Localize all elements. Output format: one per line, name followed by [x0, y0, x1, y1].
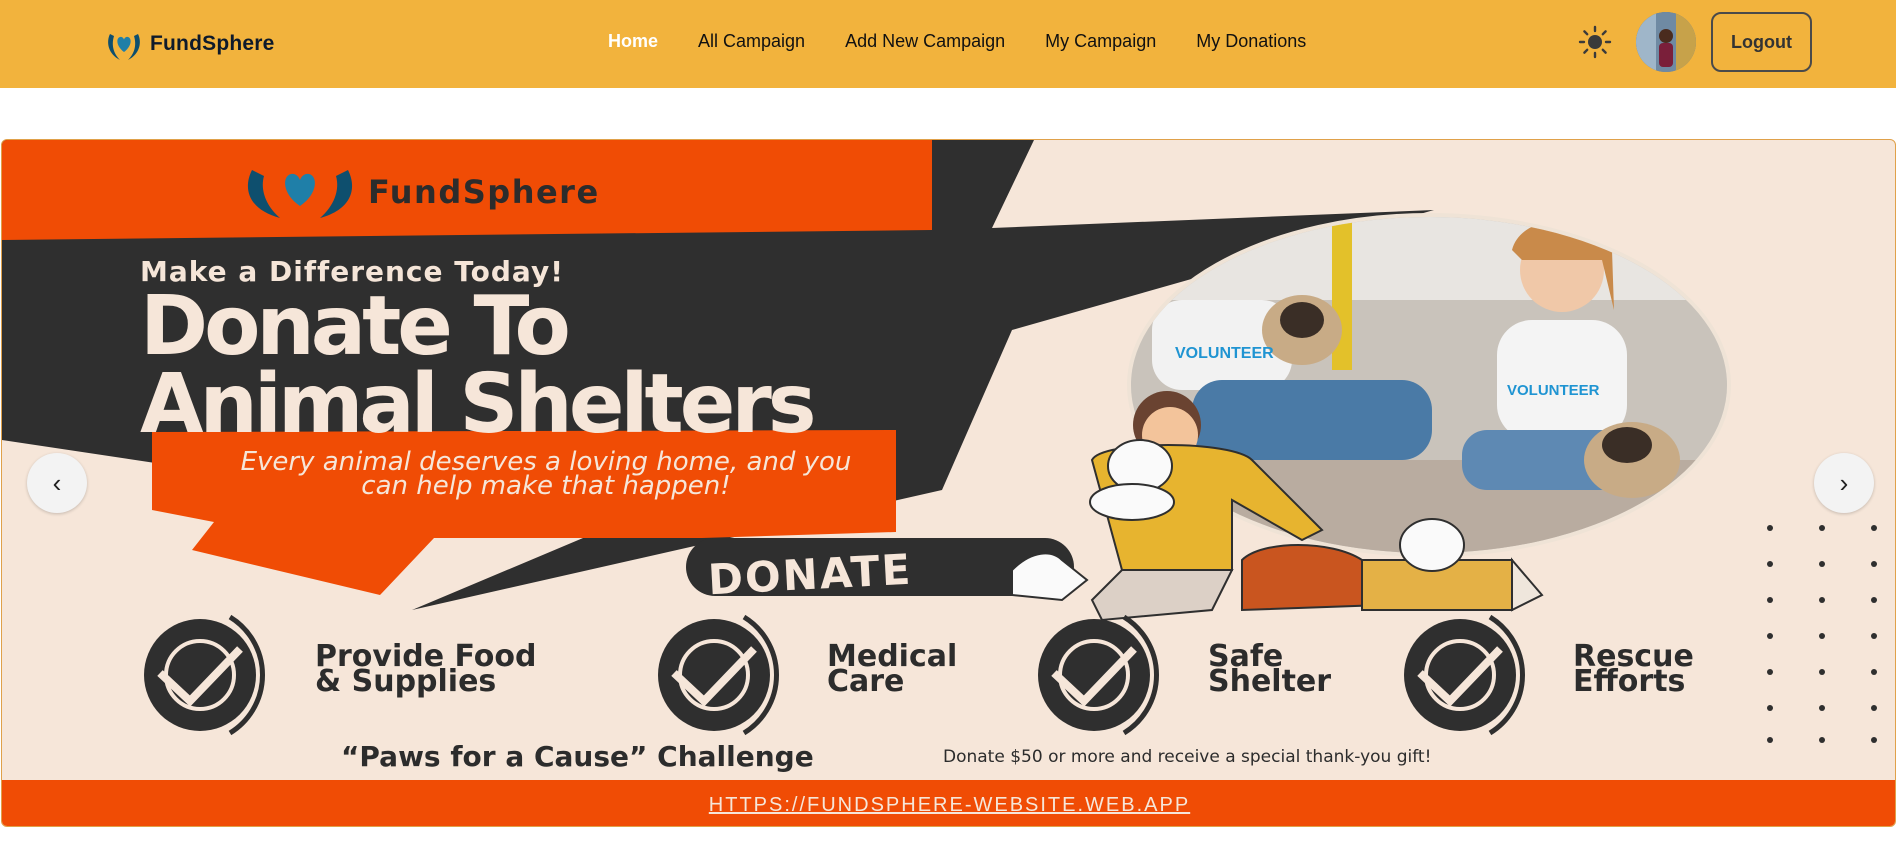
feature-label: Medical Care [827, 639, 958, 699]
banner-title: Donate To Animal Shelters [140, 279, 817, 452]
sun-icon[interactable] [1578, 25, 1612, 59]
feature-rescue: Rescue Efforts [1573, 639, 1694, 699]
feature-label: Rescue Efforts [1573, 639, 1694, 699]
hero-carousel: VOLUNTEER VOLUNTEER FundSphere Make a Di… [1, 139, 1896, 827]
nav-my-donations[interactable]: My Donations [1196, 31, 1306, 52]
nav-add-new-campaign[interactable]: Add New Campaign [845, 31, 1005, 52]
banner-subtitle: Every animal deserves a loving home, and… [240, 447, 852, 501]
banner-title-line2: Animal Shelters [140, 357, 817, 452]
feature-label: Provide Food & Supplies [315, 639, 537, 699]
logout-button[interactable]: Logout [1711, 12, 1812, 72]
user-photo-icon [1636, 12, 1696, 72]
avatar[interactable] [1636, 12, 1696, 72]
brand[interactable]: FundSphere [104, 24, 275, 64]
challenge-title: “Paws for a Cause” Challenge [341, 740, 814, 773]
feature-medical: Medical Care [827, 639, 958, 699]
nav-home[interactable]: Home [608, 31, 658, 52]
feature-shelter: Safe Shelter [1208, 639, 1332, 699]
navbar: FundSphere Home All Campaign Add New Cam… [0, 0, 1896, 88]
feature-label: Safe Shelter [1208, 639, 1332, 699]
main-menu: Home All Campaign Add New Campaign My Ca… [608, 31, 1306, 52]
brand-name: FundSphere [150, 32, 275, 55]
nav-my-campaign[interactable]: My Campaign [1045, 31, 1156, 52]
svg-text:VOLUNTEER: VOLUNTEER [1175, 345, 1274, 362]
heart-hands-icon [108, 34, 140, 60]
banner-brand: FundSphere [368, 173, 600, 211]
carousel-next-button[interactable]: › [1814, 453, 1874, 513]
banner-url: HTTPS://FUNDSPHERE-WEBSITE.WEB.APP [708, 794, 1191, 816]
dot-pattern [1767, 525, 1877, 743]
challenge-note: Donate $50 or more and receive a special… [943, 747, 1432, 767]
svg-text:VOLUNTEER: VOLUNTEER [1507, 382, 1600, 399]
carousel-prev-button[interactable]: ‹ [27, 453, 87, 513]
nav-all-campaign[interactable]: All Campaign [698, 31, 805, 52]
feature-food: Provide Food & Supplies [315, 639, 537, 699]
banner-title-line1: Donate To [140, 279, 571, 374]
